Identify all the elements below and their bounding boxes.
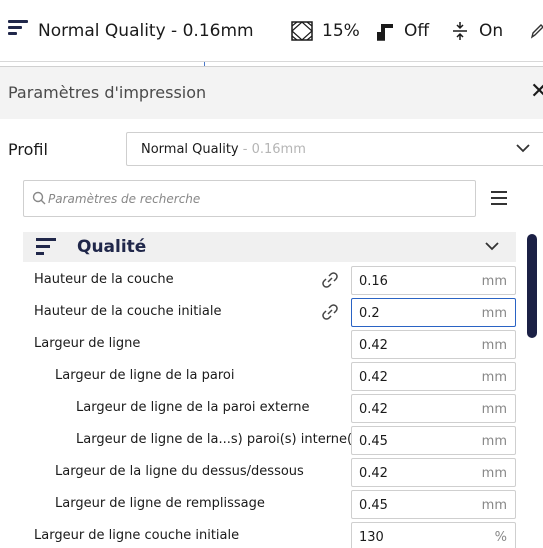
- close-icon[interactable]: ✕: [530, 81, 543, 103]
- setting-label: Hauteur de la couche: [34, 272, 174, 287]
- setting-value: 0.16: [359, 274, 388, 289]
- adhesion-value: On: [479, 21, 504, 41]
- setting-unit: %: [494, 530, 507, 545]
- setting-label: Largeur de ligne couche initiale: [34, 528, 240, 543]
- setting-unit: mm: [481, 402, 507, 417]
- profile-select-suffix: - 0.16mm: [238, 142, 306, 157]
- setting-row-infill-line-width: Largeur de ligne de remplissage 0.45 mm: [23, 488, 516, 520]
- setting-value: 0.2: [359, 306, 380, 321]
- support-icon: [377, 24, 393, 41]
- support-summary[interactable]: Off: [375, 0, 429, 62]
- quality-icon: [36, 238, 56, 256]
- profile-label: Profil: [8, 140, 48, 159]
- profile-summary-button[interactable]: Normal Quality - 0.16mm: [38, 0, 254, 62]
- link-icon[interactable]: [321, 303, 339, 321]
- setting-value: 0.42: [359, 466, 388, 481]
- profile-summary-label: Normal Quality - 0.16mm: [38, 21, 254, 41]
- setting-value: 0.42: [359, 370, 388, 385]
- setting-row-outer-wall-line-width: Largeur de ligne de la paroi externe 0.4…: [23, 392, 516, 424]
- panel-header: Paramètres d'impression ✕: [0, 67, 543, 119]
- setting-value: 130: [359, 530, 384, 545]
- setting-unit: mm: [481, 434, 507, 449]
- setting-row-wall-line-width: Largeur de ligne de la paroi 0.42 mm: [23, 360, 516, 392]
- setting-value: 0.45: [359, 498, 388, 513]
- setting-row-initial-layer-line-width: Largeur de ligne couche initiale 130 %: [23, 520, 516, 548]
- support-value: Off: [404, 21, 430, 41]
- section-title: Qualité: [77, 237, 147, 257]
- setting-value-field[interactable]: 0.45 mm: [351, 490, 516, 519]
- profile-select[interactable]: Normal Quality - 0.16mm: [126, 132, 543, 166]
- setting-label: Largeur de ligne de la paroi externe: [76, 400, 310, 415]
- setting-value-field[interactable]: 0.42 mm: [351, 394, 516, 423]
- search-input[interactable]: [48, 189, 448, 209]
- setting-label: Hauteur de la couche initiale: [34, 304, 222, 319]
- profile-icon: [8, 20, 28, 40]
- setting-value-field[interactable]: 0.42 mm: [351, 458, 516, 487]
- setting-value-field[interactable]: 130 %: [351, 522, 516, 548]
- setting-row-inner-wall-line-width: Largeur de ligne de la...s) paroi(s) int…: [23, 424, 516, 456]
- infill-icon: [291, 21, 313, 41]
- search-icon: [32, 191, 46, 205]
- chevron-down-icon: [485, 242, 499, 251]
- chevron-down-icon: [516, 144, 530, 153]
- section-quality-header[interactable]: Qualité: [23, 232, 516, 262]
- setting-value: 0.42: [359, 338, 388, 353]
- setting-value-field[interactable]: 0.2 mm: [351, 298, 516, 327]
- scrollbar[interactable]: [527, 234, 537, 338]
- adhesion-icon: [453, 22, 467, 40]
- setting-label: Largeur de la ligne du dessus/dessous: [55, 464, 304, 479]
- infill-value: 15%: [322, 21, 360, 41]
- setting-unit: mm: [481, 306, 507, 321]
- profile-select-name: Normal Quality: [141, 142, 239, 157]
- setting-row-line-width: Largeur de ligne 0.42 mm: [23, 328, 516, 360]
- print-settings-panel: Paramètres d'impression ✕ Profil Normal …: [0, 66, 543, 548]
- setting-value-field[interactable]: 0.16 mm: [351, 266, 516, 295]
- settings-visibility-menu-icon[interactable]: [491, 191, 507, 205]
- setting-unit: mm: [481, 370, 507, 385]
- infill-summary[interactable]: 15%: [291, 0, 360, 62]
- link-icon[interactable]: [321, 271, 339, 289]
- edit-pencil-icon[interactable]: [530, 0, 543, 62]
- setting-label: Largeur de ligne: [34, 336, 141, 351]
- setting-label: Largeur de ligne de la...s) paroi(s) int…: [76, 432, 364, 447]
- setting-label: Largeur de ligne de remplissage: [55, 496, 265, 511]
- setting-row-layer-height: Hauteur de la couche 0.16 mm: [23, 264, 516, 296]
- settings-search-field[interactable]: [23, 180, 476, 217]
- setting-row-initial-layer-height: Hauteur de la couche initiale 0.2 mm: [23, 296, 516, 328]
- setting-unit: mm: [481, 274, 507, 289]
- setting-unit: mm: [481, 498, 507, 513]
- setting-value: 0.42: [359, 402, 388, 417]
- setting-value: 0.45: [359, 434, 388, 449]
- setting-value-field[interactable]: 0.42 mm: [351, 330, 516, 359]
- setting-label: Largeur de ligne de la paroi: [55, 368, 235, 383]
- adhesion-summary[interactable]: On: [450, 0, 503, 62]
- setting-unit: mm: [481, 466, 507, 481]
- setting-value-field[interactable]: 0.45 mm: [351, 426, 516, 455]
- setting-value-field[interactable]: 0.42 mm: [351, 362, 516, 391]
- setting-unit: mm: [481, 338, 507, 353]
- print-setup-bar: Normal Quality - 0.16mm 15% Off On: [0, 0, 543, 62]
- setting-row-top-bottom-line-width: Largeur de la ligne du dessus/dessous 0.…: [23, 456, 516, 488]
- panel-title: Paramètres d'impression: [8, 83, 207, 102]
